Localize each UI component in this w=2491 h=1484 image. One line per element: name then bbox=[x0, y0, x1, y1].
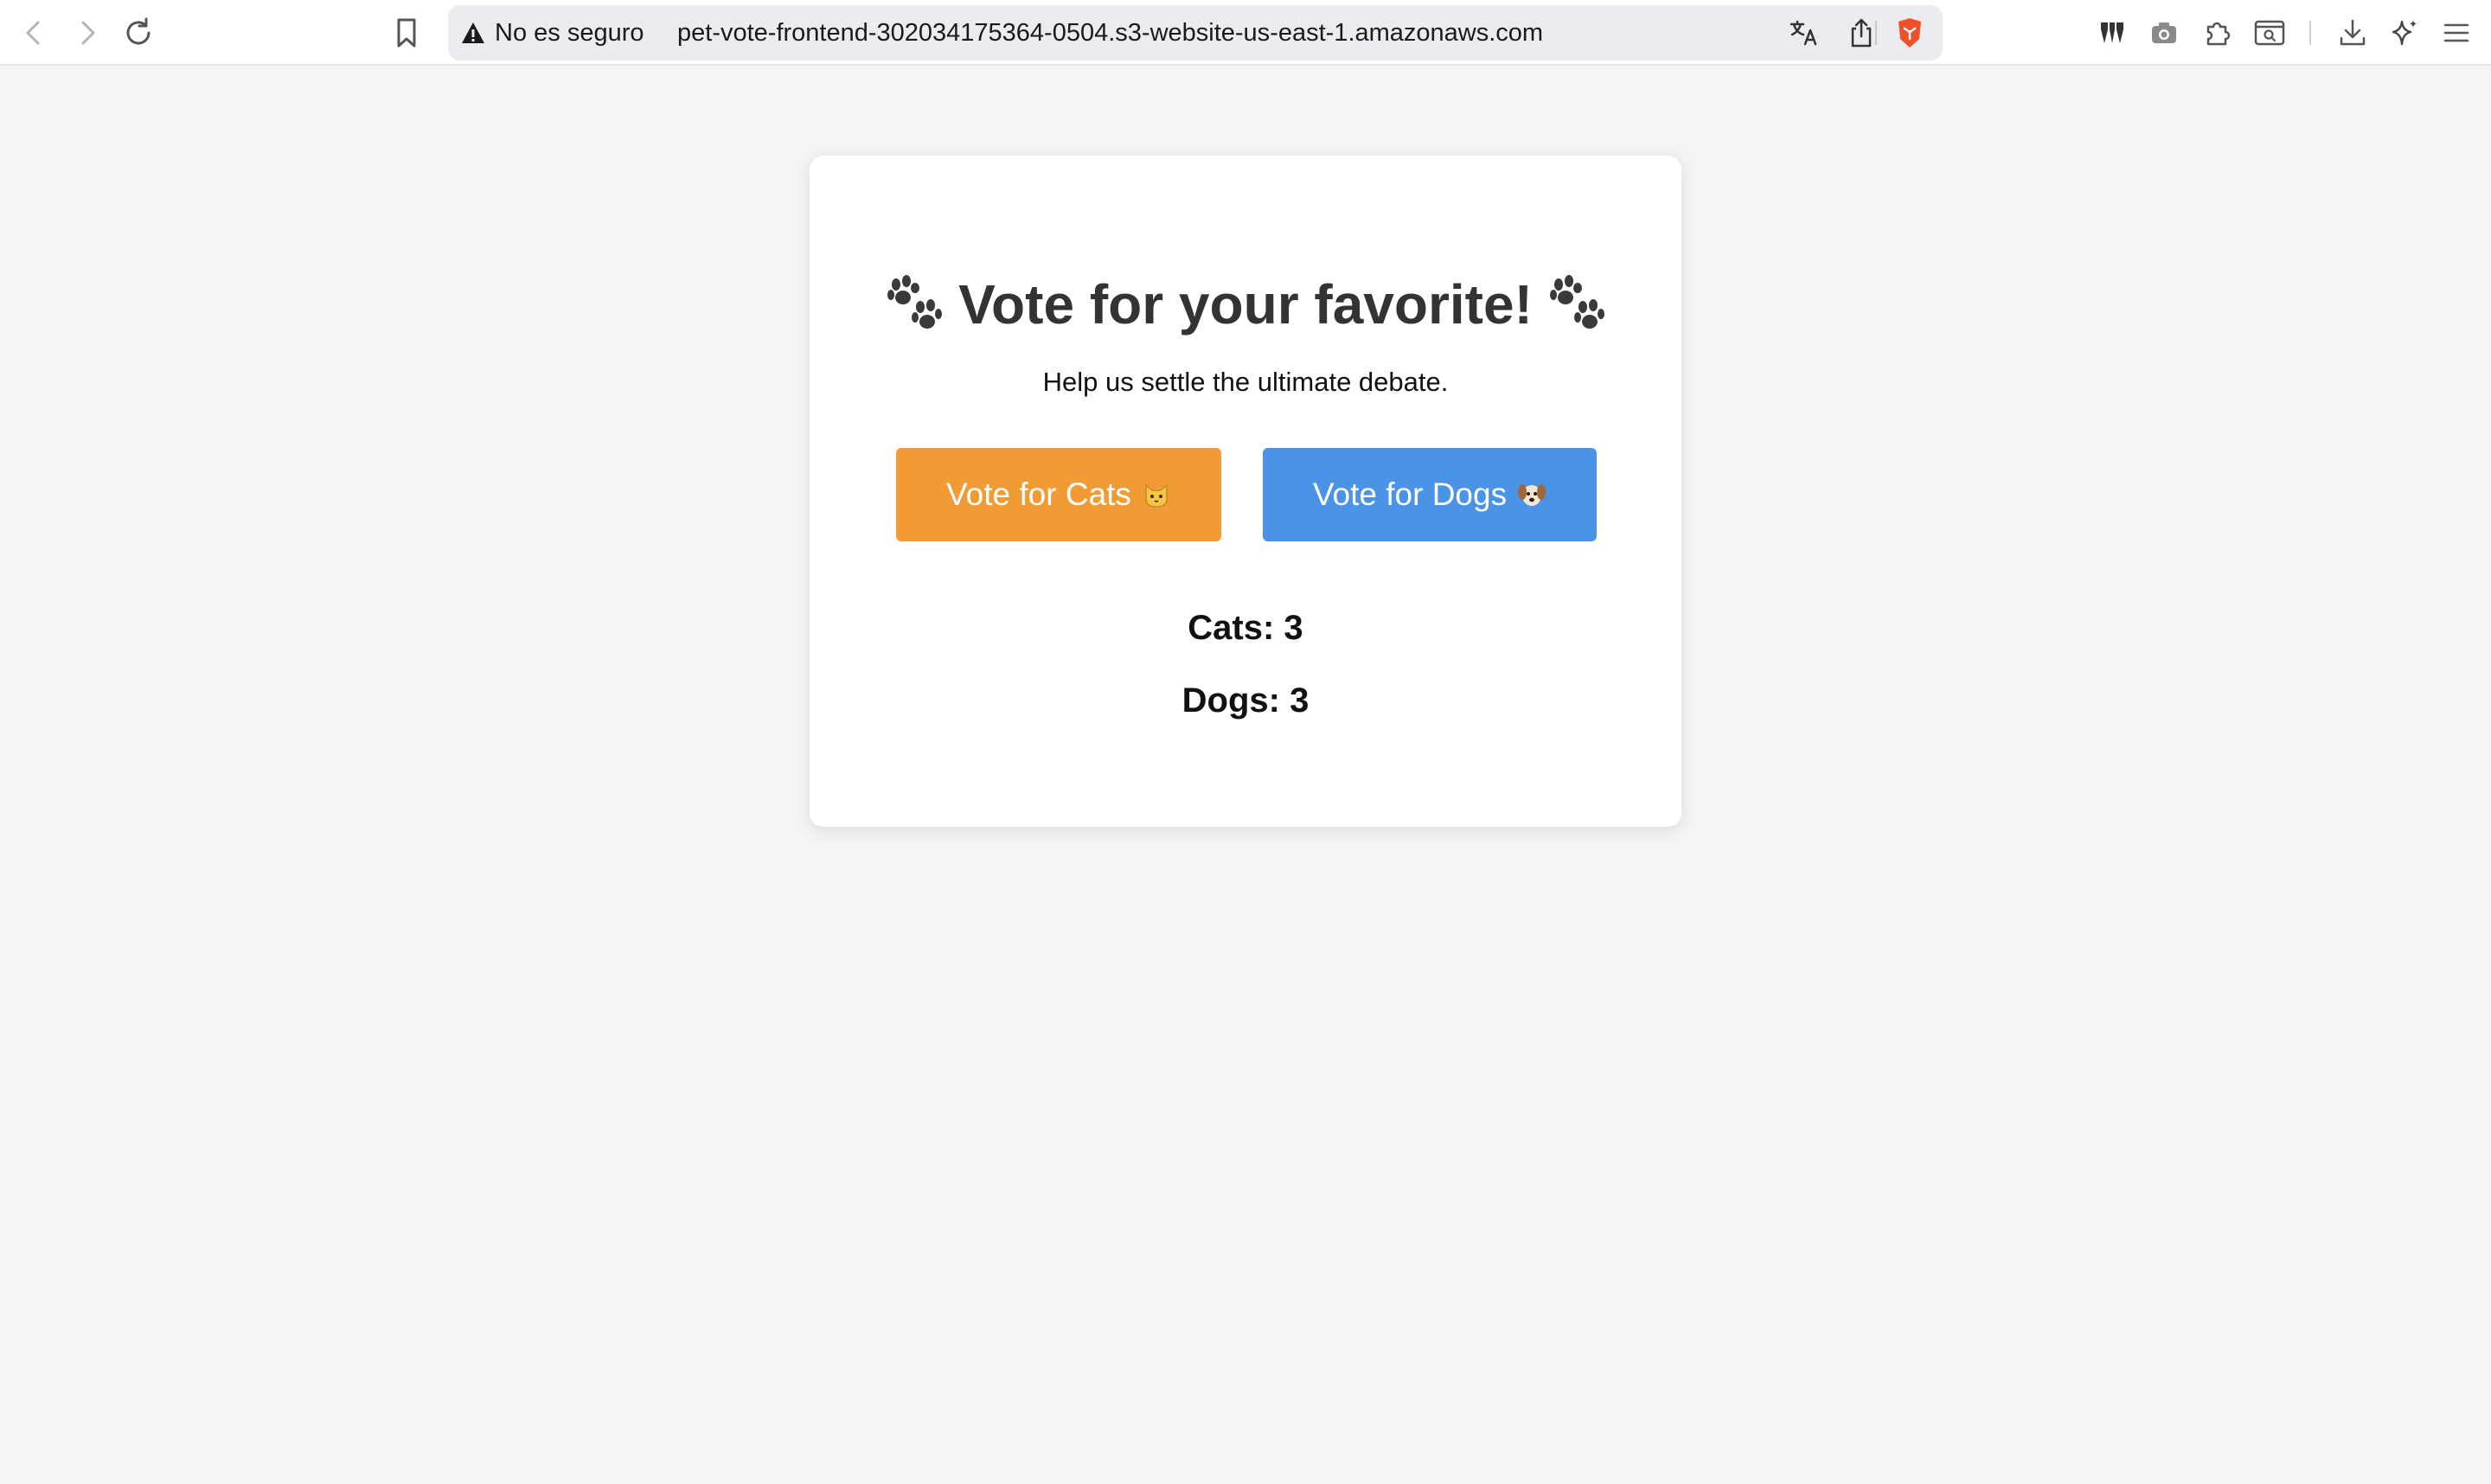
extensions-icon[interactable] bbox=[2193, 9, 2242, 57]
paw-prints-icon bbox=[887, 275, 943, 329]
cats-count: Cats: 3 bbox=[1188, 609, 1303, 647]
subtitle: Help us settle the ultimate debate. bbox=[1042, 367, 1449, 397]
vote-cats-button[interactable]: Vote for Cats bbox=[896, 448, 1221, 541]
security-indicator[interactable]: No es seguro bbox=[460, 5, 644, 61]
translate-icon[interactable] bbox=[1783, 12, 1825, 54]
download-icon[interactable] bbox=[2328, 9, 2377, 57]
camera-icon[interactable] bbox=[2140, 9, 2188, 57]
bookmark-icon[interactable] bbox=[382, 9, 431, 57]
back-icon[interactable] bbox=[10, 9, 59, 57]
browser-toolbar: No es seguro pet-vote-frontend-302034175… bbox=[0, 0, 2491, 66]
forward-icon[interactable] bbox=[62, 9, 111, 57]
reload-icon[interactable] bbox=[114, 9, 163, 57]
menu-icon[interactable] bbox=[2432, 9, 2481, 57]
page-title: Vote for your favorite! bbox=[810, 253, 1681, 356]
security-label: No es seguro bbox=[495, 18, 644, 47]
leo-ai-icon[interactable] bbox=[2380, 9, 2429, 57]
cat-face-icon bbox=[1145, 483, 1168, 508]
dogs-count: Dogs: 3 bbox=[1181, 681, 1310, 720]
vote-cats-label: Vote for Cats bbox=[946, 477, 1131, 512]
vote-card: Vote for your favorite! Help us settle t… bbox=[810, 156, 1681, 827]
address-bar[interactable]: No es seguro pet-vote-frontend-302034175… bbox=[448, 5, 1943, 61]
toolbar-divider bbox=[2309, 21, 2311, 45]
url-text[interactable]: pet-vote-frontend-302034175364-0504.s3-w… bbox=[677, 5, 1543, 61]
title-text: Vote for your favorite! bbox=[958, 273, 1533, 336]
vote-dogs-button[interactable]: Vote for Dogs bbox=[1263, 448, 1597, 541]
tools-icon[interactable] bbox=[2088, 9, 2136, 57]
address-bar-divider bbox=[1875, 21, 1877, 45]
paw-prints-icon bbox=[1549, 275, 1604, 329]
vote-dogs-label: Vote for Dogs bbox=[1312, 477, 1508, 512]
reader-icon[interactable] bbox=[2245, 9, 2294, 57]
brave-shield-icon[interactable] bbox=[1889, 12, 1931, 54]
warning-icon bbox=[462, 22, 484, 43]
dog-face-icon bbox=[1518, 484, 1546, 506]
